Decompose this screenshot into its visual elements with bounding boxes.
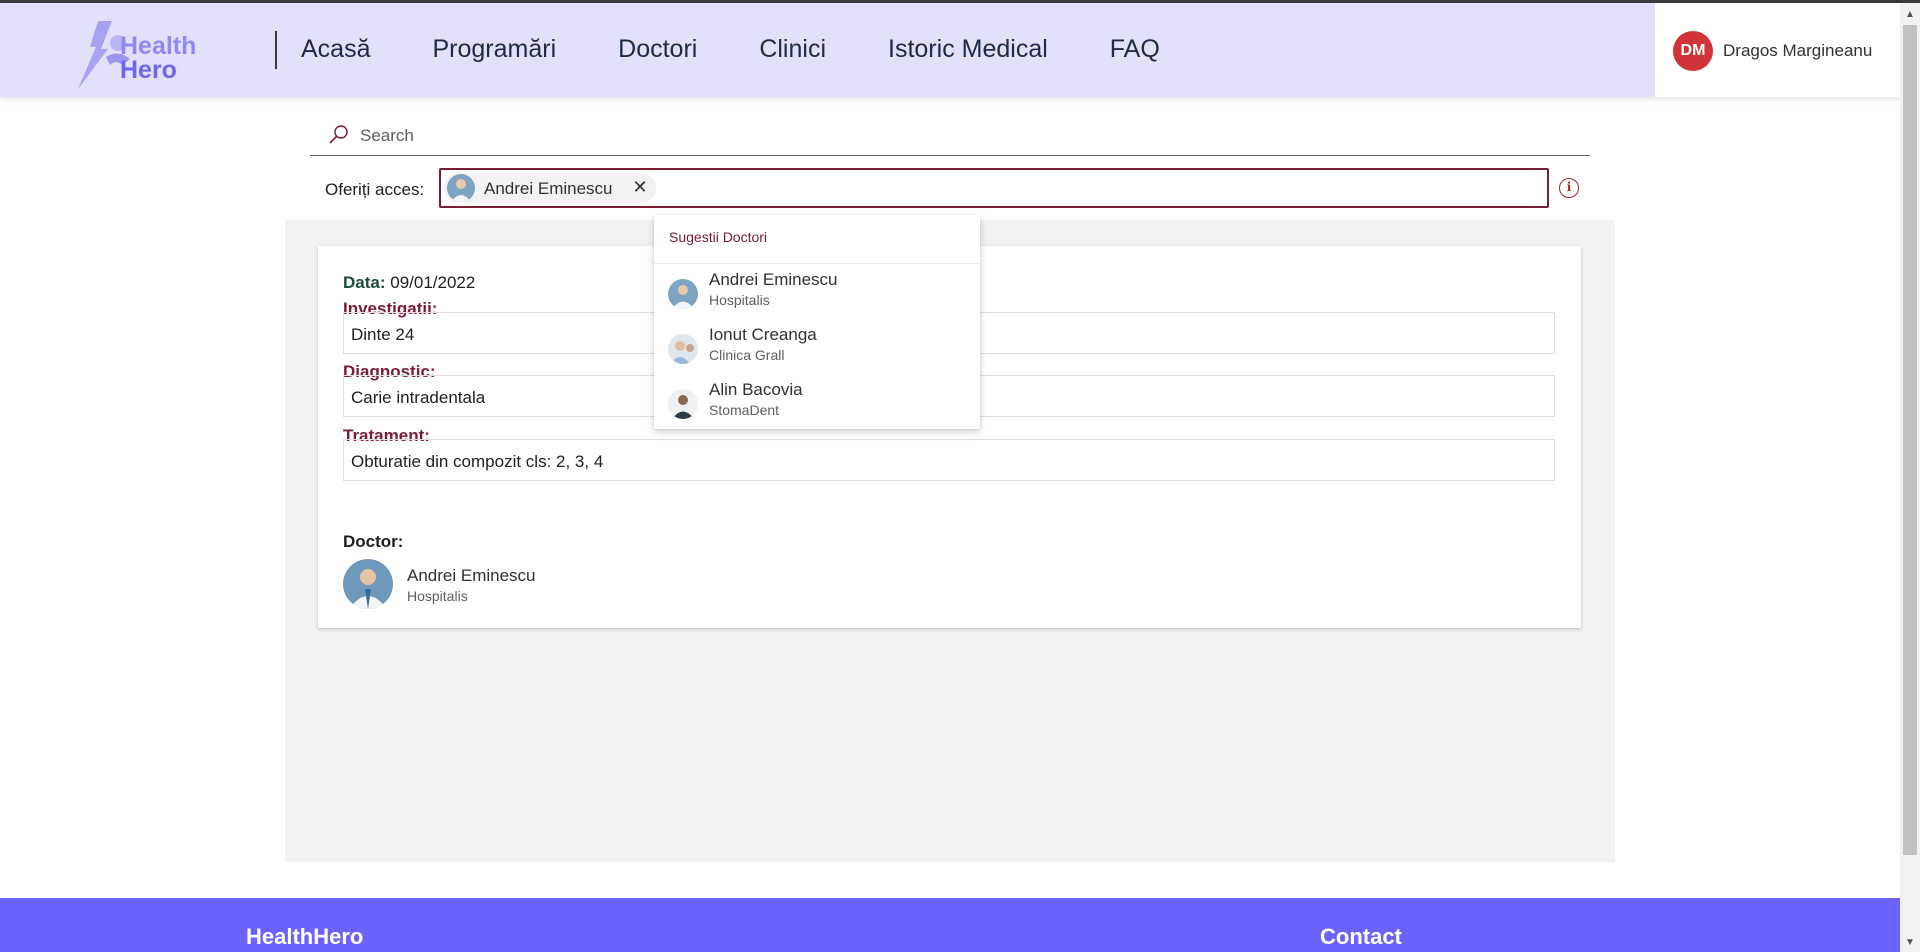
info-icon[interactable]: i: [1559, 178, 1579, 198]
record-date: Data: 09/01/2022: [343, 273, 475, 293]
record-doctor-avatar: [343, 559, 393, 609]
suggestions-header: Sugestii Doctori: [669, 229, 768, 245]
doctor-label: Doctor:: [343, 532, 404, 551]
logo-text[interactable]: Health Hero: [120, 34, 196, 84]
selected-doctor-name: Andrei Eminescu: [484, 179, 613, 198]
doctor-picker-input[interactable]: Andrei Eminescu ✕: [439, 168, 1549, 208]
doctor-avatar: [668, 279, 698, 309]
selected-doctor-chip[interactable]: Andrei Eminescu ✕: [444, 173, 656, 203]
top-navbar: Health Hero Acasă Programări Doctori Cli…: [0, 3, 1900, 97]
suggestion-item[interactable]: Ionut Creanga Clinica Grall: [654, 320, 980, 374]
search-box[interactable]: [310, 118, 1590, 156]
date-label: Data:: [343, 273, 386, 292]
date-value: 09/01/2022: [390, 273, 476, 292]
user-name[interactable]: Dragos Margineanu: [1723, 41, 1872, 61]
access-label: Oferiți acces:: [325, 180, 425, 199]
doctor-avatar: [668, 389, 698, 419]
footer-brand: HealthHero: [246, 924, 364, 949]
search-icon: [329, 125, 348, 144]
suggestion-name: Alin Bacovia: [709, 380, 803, 399]
page-footer: HealthHero Contact: [0, 898, 1900, 952]
doctor-avatar: [668, 334, 698, 364]
record-doctor-clinic: Hospitalis: [407, 588, 468, 604]
suggestion-clinic: Clinica Grall: [709, 347, 785, 363]
suggestion-clinic: StomaDent: [709, 402, 780, 418]
record-doctor-name: Andrei Eminescu: [407, 566, 536, 585]
user-avatar[interactable]: DM: [1673, 31, 1713, 71]
scroll-down-arrow-icon[interactable]: ▼: [1905, 937, 1915, 948]
page-scrollbar[interactable]: ▲ ▼: [1900, 3, 1920, 952]
suggestion-clinic: Hospitalis: [709, 292, 770, 308]
nav-item-acasa[interactable]: Acasă: [301, 35, 370, 64]
nav-item-programari[interactable]: Programări: [432, 35, 556, 64]
doctor-suggestions-dropdown: Sugestii Doctori Andrei Eminescu Hospita…: [654, 215, 980, 429]
nav-item-faq[interactable]: FAQ: [1110, 35, 1160, 64]
nav-item-clinici[interactable]: Clinici: [759, 35, 826, 64]
doctor-avatar: [447, 174, 475, 202]
main-nav: Acasă Programări Doctori Clinici Istoric…: [301, 35, 1222, 64]
treatment-field: Obturatie din compozit cls: 2, 3, 4: [343, 439, 1555, 481]
suggestion-name: Ionut Creanga: [709, 325, 817, 344]
suggestions-divider: [654, 263, 980, 264]
nav-divider: [275, 31, 277, 69]
footer-contact-heading: Contact: [1320, 924, 1402, 949]
suggestion-name: Andrei Eminescu: [709, 270, 838, 289]
remove-chip-close-icon[interactable]: ✕: [630, 177, 650, 197]
suggestion-item[interactable]: Andrei Eminescu Hospitalis: [654, 265, 980, 319]
suggestion-item[interactable]: Alin Bacovia StomaDent: [654, 375, 980, 429]
search-input[interactable]: [360, 124, 1560, 148]
scrollbar-thumb[interactable]: [1903, 25, 1917, 855]
logo-line-2: Hero: [120, 56, 177, 84]
user-menu[interactable]: DM Dragos Margineanu: [1655, 3, 1900, 97]
nav-item-doctori[interactable]: Doctori: [618, 35, 697, 64]
scroll-up-arrow-icon[interactable]: ▲: [1905, 9, 1915, 20]
nav-item-istoric-medical[interactable]: Istoric Medical: [888, 35, 1048, 64]
